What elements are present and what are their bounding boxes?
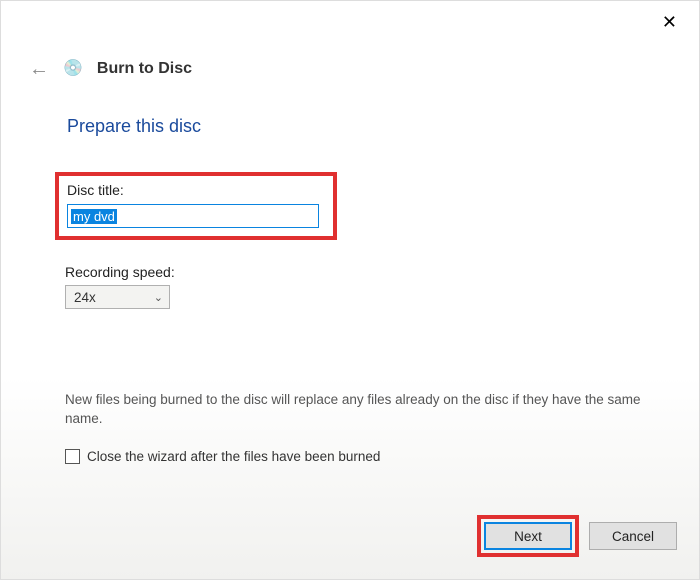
- recording-speed-select[interactable]: 24x ⌄: [65, 285, 170, 309]
- back-arrow-icon[interactable]: ←: [29, 59, 49, 79]
- disc-title-value: my dvd: [71, 209, 117, 224]
- close-icon[interactable]: ✕: [662, 13, 677, 31]
- close-wizard-label: Close the wizard after the files have be…: [87, 449, 380, 464]
- chevron-down-icon: ⌄: [154, 291, 163, 304]
- disc-title-input[interactable]: my dvd: [67, 204, 319, 228]
- cancel-button[interactable]: Cancel: [589, 522, 677, 550]
- wizard-header: ← 💿 Burn to Disc: [29, 59, 192, 79]
- next-button[interactable]: Next: [484, 522, 572, 550]
- next-button-highlight: Next: [477, 515, 579, 557]
- close-wizard-checkbox-row: Close the wizard after the files have be…: [65, 449, 380, 464]
- recording-speed-value: 24x: [74, 290, 96, 305]
- info-text: New files being burned to the disc will …: [65, 391, 651, 429]
- burn-to-disc-wizard: ✕ ← 💿 Burn to Disc Prepare this disc Dis…: [0, 0, 700, 580]
- wizard-title: Burn to Disc: [97, 60, 192, 78]
- recording-speed-label: Recording speed:: [65, 264, 175, 280]
- close-wizard-checkbox[interactable]: [65, 449, 80, 464]
- disc-title-highlight: Disc title: my dvd: [55, 172, 337, 240]
- disc-title-label: Disc title:: [67, 182, 325, 198]
- disc-icon: 💿: [63, 61, 83, 77]
- wizard-buttons: Next Cancel: [477, 515, 677, 557]
- page-heading: Prepare this disc: [67, 116, 201, 137]
